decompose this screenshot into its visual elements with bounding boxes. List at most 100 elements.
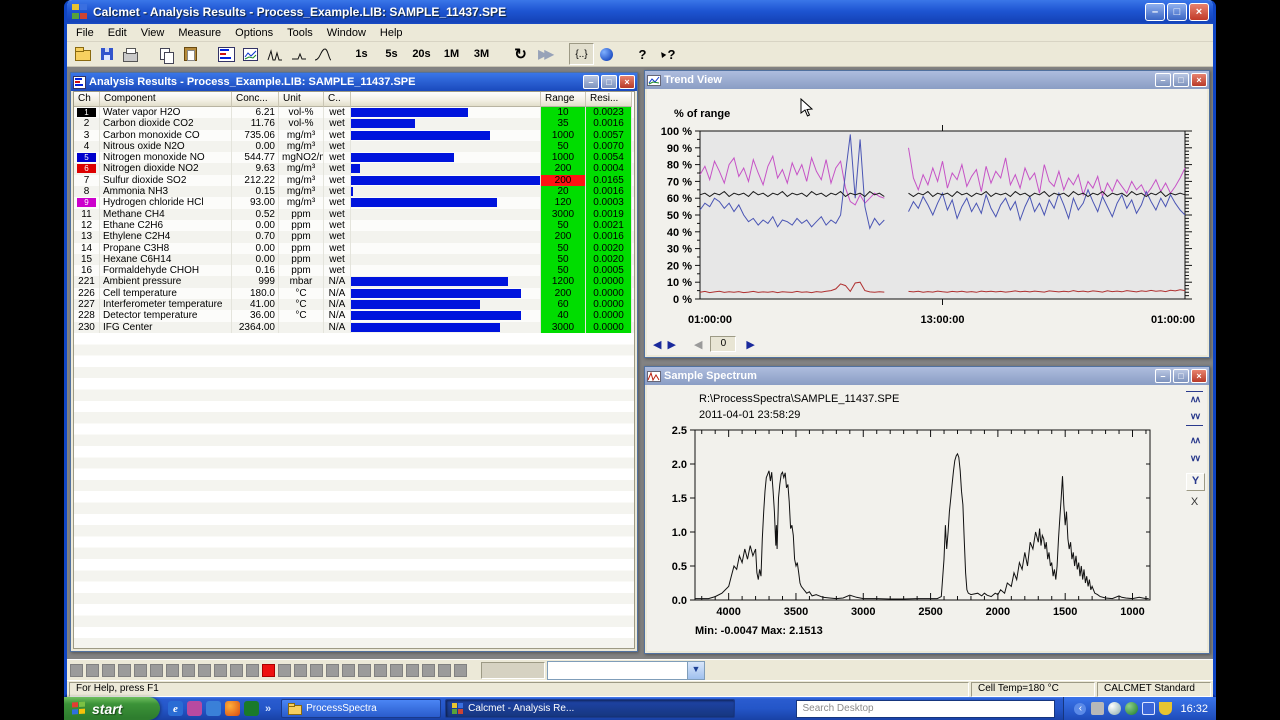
table-row[interactable]: 12 Ethane C2H6 0.00 ppm wet 50 0.0021 [74, 219, 634, 232]
curve-view-button[interactable] [311, 44, 334, 64]
menu-options[interactable]: Options [228, 26, 280, 40]
spectrum-maximize-button[interactable]: □ [1173, 369, 1189, 383]
trend-maximize-button[interactable]: □ [1173, 73, 1189, 87]
column-header-unit[interactable]: Unit [279, 92, 324, 107]
column-header-conc[interactable]: Conc... [232, 92, 279, 107]
menu-measure[interactable]: Measure [171, 26, 228, 40]
firefox-icon[interactable] [225, 701, 240, 716]
fast-forward-button[interactable]: ▶▶ [533, 44, 556, 64]
scroll-down-button[interactable]: ∨∨ [1186, 409, 1203, 426]
x-axis-button[interactable]: X [1186, 495, 1203, 511]
sphere-button[interactable] [595, 44, 618, 64]
braces-button[interactable]: {..} [569, 43, 594, 65]
tray-collapse-icon[interactable]: ‹ [1074, 702, 1087, 715]
explorer-icon[interactable] [206, 701, 221, 716]
paste-button[interactable] [179, 44, 202, 64]
trend-titlebar[interactable]: Trend View – □ × [645, 71, 1209, 89]
column-header-ch[interactable]: Ch [74, 92, 100, 107]
start-button[interactable]: start [64, 697, 160, 720]
context-help-button[interactable]: ▲? [655, 44, 678, 64]
table-row[interactable]: 9 Hydrogen chloride HCl 93.00 mg/m³ wet 120 0.… [74, 197, 634, 209]
save-button[interactable] [95, 44, 118, 64]
zoom-out-y-button[interactable]: ∨∨ [1186, 451, 1203, 467]
y-axis-button[interactable]: Y [1186, 473, 1205, 491]
menu-edit[interactable]: Edit [101, 26, 134, 40]
trend-close-button[interactable]: × [1191, 73, 1207, 87]
speed-3m-button[interactable]: 3M [467, 44, 496, 64]
results-view-button[interactable] [215, 44, 238, 64]
open-button[interactable] [71, 44, 94, 64]
magnifier-icon[interactable] [1108, 702, 1122, 715]
table-row[interactable]: 8 Ammonia NH3 0.15 mg/m³ wet 20 0.0016 [74, 186, 634, 198]
scroll-top-button[interactable]: ∧∧ [1186, 391, 1203, 408]
quick-launch-overflow[interactable]: » [265, 703, 271, 715]
table-row[interactable]: 226 Cell temperature 180.0 °C N/A 200 0.0000 [74, 287, 634, 300]
table-row[interactable]: 227 Interferometer temperature 41.00 °C N/A 6… [74, 299, 634, 311]
table-row[interactable]: 14 Propane C3H8 0.00 ppm wet 50 0.0020 [74, 242, 634, 254]
monitor-icon[interactable] [1142, 702, 1156, 715]
column-header-resi[interactable]: Resi... [586, 92, 632, 107]
trend-view-button[interactable] [239, 44, 262, 64]
spectrum-view-button[interactable] [263, 44, 286, 64]
trend-nav-prev-button[interactable]: ◀ [653, 338, 661, 351]
minimize-button[interactable]: – [1145, 3, 1165, 21]
table-row[interactable]: 4 Nitrous oxide N2O 0.00 mg/m³ wet 50 0.0070 [74, 140, 634, 153]
zoom-in-y-button[interactable]: ∧∧ [1186, 433, 1203, 449]
trend-nav-forward-button[interactable]: ▶ [746, 338, 754, 351]
table-row[interactable]: 228 Detector temperature 36.00 °C N/A 40 0.000… [74, 310, 634, 322]
table-row[interactable]: 1 Water vapor H2O 6.21 vol-% wet 10 0.0023 [74, 107, 634, 119]
speed-5s-button[interactable]: 5s [377, 44, 406, 64]
menu-help[interactable]: Help [373, 26, 410, 40]
tray-icon-1[interactable] [1091, 702, 1105, 715]
column-header-component[interactable]: Component [100, 92, 232, 107]
shield-icon[interactable] [1159, 702, 1173, 715]
ie-icon[interactable]: e [168, 701, 183, 716]
taskbar-task-processspectra[interactable]: ProcessSpectra [281, 699, 442, 718]
search-desktop-box[interactable]: Search Desktop [796, 699, 1056, 718]
trend-nav-back-button[interactable]: ◀ [694, 338, 702, 351]
refresh-button[interactable]: ↻ [509, 44, 532, 64]
results-table[interactable]: Ch Component Conc... Unit C.. Range Resi... 1W… [73, 91, 635, 649]
menu-view[interactable]: View [134, 26, 172, 40]
table-row[interactable]: 13 Ethylene C2H4 0.70 ppm wet 200 0.0016 [74, 231, 634, 243]
help-button[interactable]: ? [631, 44, 654, 64]
menu-tools[interactable]: Tools [280, 26, 320, 40]
print-button[interactable] [119, 44, 142, 64]
table-row[interactable]: 2 Carbon dioxide CO2 11.76 vol-% wet 35 0.0016 [74, 118, 634, 130]
analysis-minimize-button[interactable]: – [583, 75, 599, 89]
analysis-close-button[interactable]: × [619, 75, 635, 89]
table-row[interactable]: 230 IFG Center 2364.00 N/A 3000 0.0000 [74, 321, 634, 333]
main-titlebar[interactable]: Calcmet - Analysis Results - Process_Exa… [67, 0, 1213, 24]
indicator-combobox[interactable]: ▼ [547, 661, 705, 680]
trend-nav-next-button[interactable]: ▶ [667, 338, 675, 351]
trend-minimize-button[interactable]: – [1155, 73, 1171, 87]
spectrum-minimize-button[interactable]: – [1155, 369, 1171, 383]
chevron-down-icon[interactable]: ▼ [687, 662, 704, 679]
globe-icon[interactable] [1125, 702, 1139, 715]
baseline-view-button[interactable] [287, 44, 310, 64]
table-row[interactable]: 5 Nitrogen monoxide NO544.77mgNO2/m³wet 10… [74, 152, 634, 164]
spectrum-close-button[interactable]: × [1191, 369, 1207, 383]
spectrum-titlebar[interactable]: Sample Spectrum – □ × [645, 367, 1209, 385]
copy-button[interactable] [155, 44, 178, 64]
trend-nav-counter[interactable]: 0 [710, 336, 737, 352]
table-row[interactable]: 7 Sulfur dioxide SO2 212.22 mg/m³ wet 200 0.01… [74, 174, 634, 187]
table-row[interactable]: 11 Methane CH4 0.52 ppm wet 3000 0.0019 [74, 208, 634, 220]
table-row[interactable]: 6 Nitrogen dioxide NO2 9.63 mg/m³ wet 200 0.00… [74, 163, 634, 175]
speed-1s-button[interactable]: 1s [347, 44, 376, 64]
taskbar-task-calcmet---analysis-re---[interactable]: Calcmet - Analysis Re... [445, 699, 736, 718]
speed-1m-button[interactable]: 1M [437, 44, 466, 64]
menu-file[interactable]: File [69, 26, 101, 40]
table-row[interactable]: 16 Formaldehyde CHOH 0.16 ppm wet 50 0.0005 [74, 265, 634, 277]
column-header-bar[interactable] [351, 92, 541, 107]
analysis-maximize-button[interactable]: □ [601, 75, 617, 89]
table-row[interactable]: 221 Ambient pressure 999 mbar N/A 1200 0.0000 [74, 276, 634, 288]
column-header-c[interactable]: C.. [324, 92, 351, 107]
app-shortcut-icon[interactable] [244, 701, 259, 716]
analysis-titlebar[interactable]: Analysis Results - Process_Example.LIB: … [71, 73, 637, 91]
messenger-icon[interactable] [187, 701, 202, 716]
close-button[interactable]: × [1189, 3, 1209, 21]
maximize-button[interactable]: □ [1167, 3, 1187, 21]
speed-20s-button[interactable]: 20s [407, 44, 436, 64]
table-header[interactable]: Ch Component Conc... Unit C.. Range Resi... [74, 92, 634, 107]
